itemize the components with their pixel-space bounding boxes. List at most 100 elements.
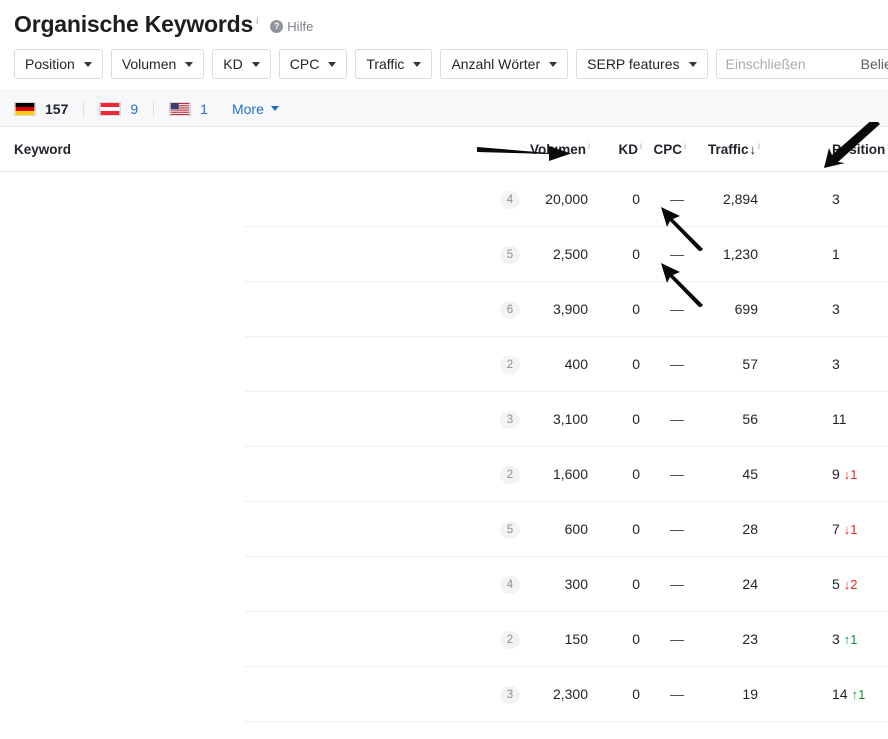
cell-traffic: 19 — [694, 667, 766, 721]
word-count-badge: 4 — [500, 575, 520, 594]
table-row[interactable]: 2 400 0 — 57 3 — [0, 337, 888, 391]
cell-traffic: 45 — [694, 447, 766, 501]
kd-value: 0 — [632, 191, 640, 207]
kd-value: 0 — [632, 576, 640, 592]
filter-word-count-label: Anzahl Wörter — [451, 56, 541, 72]
position-value: 1 — [832, 246, 840, 262]
filter-position-button[interactable]: Position — [14, 49, 103, 79]
filter-serp-features-button[interactable]: SERP features — [576, 49, 708, 79]
filter-traffic-button[interactable]: Traffic — [355, 49, 433, 79]
filter-cpc-button[interactable]: CPC — [278, 49, 348, 79]
position-value: 3 — [832, 631, 840, 647]
filter-word-count-button[interactable]: Anzahl Wörter — [440, 49, 569, 79]
table-row[interactable]: 5 600 0 — 28 7 ↓1 — [0, 502, 888, 556]
country-count-at: 9 — [130, 100, 139, 117]
table-row[interactable]: 4 20,000 0 — 2,894 3 — [0, 172, 888, 226]
cell-kd: 0 — [598, 447, 646, 501]
cell-traffic: 28 — [694, 502, 766, 556]
column-header-keyword-label: Keyword — [14, 141, 72, 157]
country-item-de[interactable]: 157 — [14, 101, 83, 117]
cpc-value: — — [670, 686, 684, 702]
word-count-badge: 4 — [500, 190, 520, 209]
divider — [153, 100, 155, 117]
traffic-value: 24 — [742, 576, 758, 592]
cell-traffic: 699 — [694, 282, 766, 336]
word-count-badge: 2 — [500, 630, 520, 649]
kd-value: 0 — [632, 466, 640, 482]
cell-kd: 0 — [598, 612, 646, 666]
more-countries-button[interactable]: More — [232, 101, 279, 117]
column-header-position[interactable]: Positioni — [766, 127, 888, 171]
kd-value: 0 — [632, 521, 640, 537]
kd-value: 0 — [632, 686, 640, 702]
position-value: 14 — [832, 686, 848, 702]
table-row[interactable]: 2 150 0 — 23 3 ↑1 — [0, 612, 888, 666]
chevron-down-icon — [328, 61, 337, 67]
include-mode-select[interactable]: Beliebig — [861, 56, 888, 72]
table-row[interactable]: 5 2,500 0 — 1,230 1 — [0, 227, 888, 281]
table-row[interactable]: 3 3,100 0 — 56 11 — [0, 392, 888, 446]
traffic-value: 699 — [734, 301, 758, 317]
cell-volumen: 400 — [520, 337, 598, 391]
page-title-info-icon[interactable]: i — [256, 16, 258, 27]
include-input[interactable] — [725, 56, 844, 72]
cell-kd: 0 — [598, 172, 646, 226]
page-header: Organische Keywords i ? Hilfe — [0, 0, 888, 42]
position-value: 11 — [832, 411, 847, 427]
column-header-position-label: Position — [832, 141, 886, 157]
cell-cpc: — — [646, 172, 694, 226]
filter-kd-button[interactable]: KD — [212, 49, 271, 79]
column-header-keyword[interactable]: Keyword — [0, 127, 465, 171]
position-delta-down: ↓1 — [843, 521, 858, 537]
cell-word-count: 2 — [465, 337, 520, 391]
filter-volumen-button[interactable]: Volumen — [110, 49, 205, 79]
country-item-at[interactable]: 9 — [99, 101, 153, 117]
table-row[interactable]: 2 1,600 0 — 45 9 ↓1 — [0, 447, 888, 501]
cell-volumen: 300 — [520, 557, 598, 611]
cell-kd: 0 — [598, 667, 646, 721]
cell-word-count: 5 — [465, 502, 520, 556]
column-header-traffic[interactable]: Traffic↓ i — [694, 127, 766, 171]
column-header-kd[interactable]: KD i — [598, 127, 646, 171]
kd-value: 0 — [632, 411, 640, 427]
filter-kd-label: KD — [223, 56, 243, 72]
table-row[interactable]: 3 2,300 0 — 19 14 ↑1 — [0, 667, 888, 721]
table-row[interactable]: 4 300 0 — 24 5 ↓2 — [0, 557, 888, 611]
info-icon[interactable]: i — [588, 141, 590, 151]
country-item-us[interactable]: 1 — [169, 101, 223, 117]
help-label: Hilfe — [287, 19, 314, 34]
cell-kd: 0 — [598, 227, 646, 281]
volumen-value: 1,600 — [552, 466, 588, 482]
info-icon[interactable]: i — [684, 141, 686, 151]
volumen-value: 2,300 — [552, 686, 588, 702]
column-header-traffic-label: Traffic — [707, 141, 749, 157]
position-value: 7 — [832, 521, 840, 537]
cell-word-count: 3 — [465, 392, 520, 446]
column-header-cpc[interactable]: CPC i — [646, 127, 694, 171]
more-countries-label: More — [231, 100, 264, 117]
table-body: 4 20,000 0 — 2,894 3 5 2,500 0 — 1,230 1 6 3,900 0 — 699… — [0, 172, 888, 722]
help-link[interactable]: ? Hilfe — [270, 19, 313, 34]
cpc-value: — — [670, 191, 684, 207]
column-header-word-count — [465, 127, 520, 171]
cpc-value: — — [670, 576, 684, 592]
table-row[interactable]: 6 3,900 0 — 699 3 — [0, 282, 888, 336]
cell-traffic: 24 — [694, 557, 766, 611]
sort-desc-icon: ↓ — [749, 141, 757, 157]
cell-word-count: 3 — [465, 667, 520, 721]
column-header-volumen[interactable]: Volumen i — [520, 127, 598, 171]
cell-position: 9 ↓1 — [766, 447, 888, 501]
cell-traffic: 23 — [694, 612, 766, 666]
chevron-down-icon — [251, 61, 260, 67]
cell-keyword — [0, 557, 465, 611]
cell-volumen: 3,100 — [520, 392, 598, 446]
cell-cpc: — — [646, 337, 694, 391]
info-icon[interactable]: i — [758, 141, 760, 151]
cell-cpc: — — [646, 447, 694, 501]
cell-kd: 0 — [598, 282, 646, 336]
volumen-value: 3,900 — [552, 301, 588, 317]
volumen-value: 300 — [564, 576, 588, 592]
organic-keywords-table: Keyword Volumen i KD i CPC i Traffic↓ i Posi… — [0, 127, 888, 722]
info-icon[interactable]: i — [640, 141, 642, 151]
cell-position: 3 — [766, 282, 888, 336]
